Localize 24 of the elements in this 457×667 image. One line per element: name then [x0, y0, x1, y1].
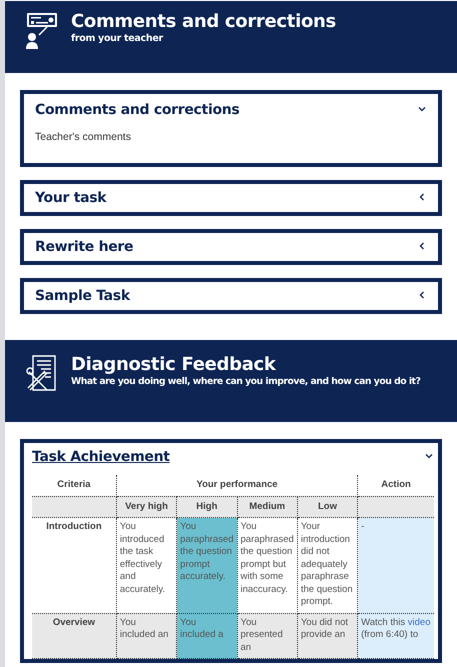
accordion-title[interactable]: Rewrite here: [35, 239, 134, 255]
section-subtitle: What are you doing well, where can you improve, and how can you do it?: [71, 376, 420, 387]
section-title: Diagnostic Feedback: [71, 354, 277, 376]
selected-level-cell: You included a: [176, 613, 237, 658]
level-header: Medium: [237, 496, 298, 518]
selected-level-cell: You paraphrased the question prompt accurately.: [176, 518, 237, 613]
accordion-title[interactable]: Comments and corrections: [35, 102, 240, 118]
comments-text: Teacher's comments: [35, 130, 132, 145]
video-link[interactable]: video: [408, 616, 430, 628]
accordion-title[interactable]: Sample Task: [35, 288, 130, 304]
criterion-cell: Overview: [32, 613, 116, 658]
chevron-left-icon[interactable]: [417, 192, 427, 202]
level-cell: You presented an: [237, 613, 298, 658]
rubric-title[interactable]: Task Achievement: [32, 449, 170, 465]
chevron-left-icon[interactable]: [417, 241, 427, 251]
action-cell: -: [358, 518, 434, 613]
action-cell: Watch this video (from 6:40) to: [358, 613, 434, 658]
level-header: Low: [297, 496, 358, 518]
header-title: Comments and corrections: [71, 11, 336, 33]
header-subtitle: from your teacher: [71, 33, 164, 44]
accordion-title[interactable]: Your task: [35, 190, 106, 206]
chevron-down-icon[interactable]: [424, 451, 434, 461]
level-header: Very high: [116, 496, 177, 518]
chevron-left-icon[interactable]: [417, 290, 427, 300]
